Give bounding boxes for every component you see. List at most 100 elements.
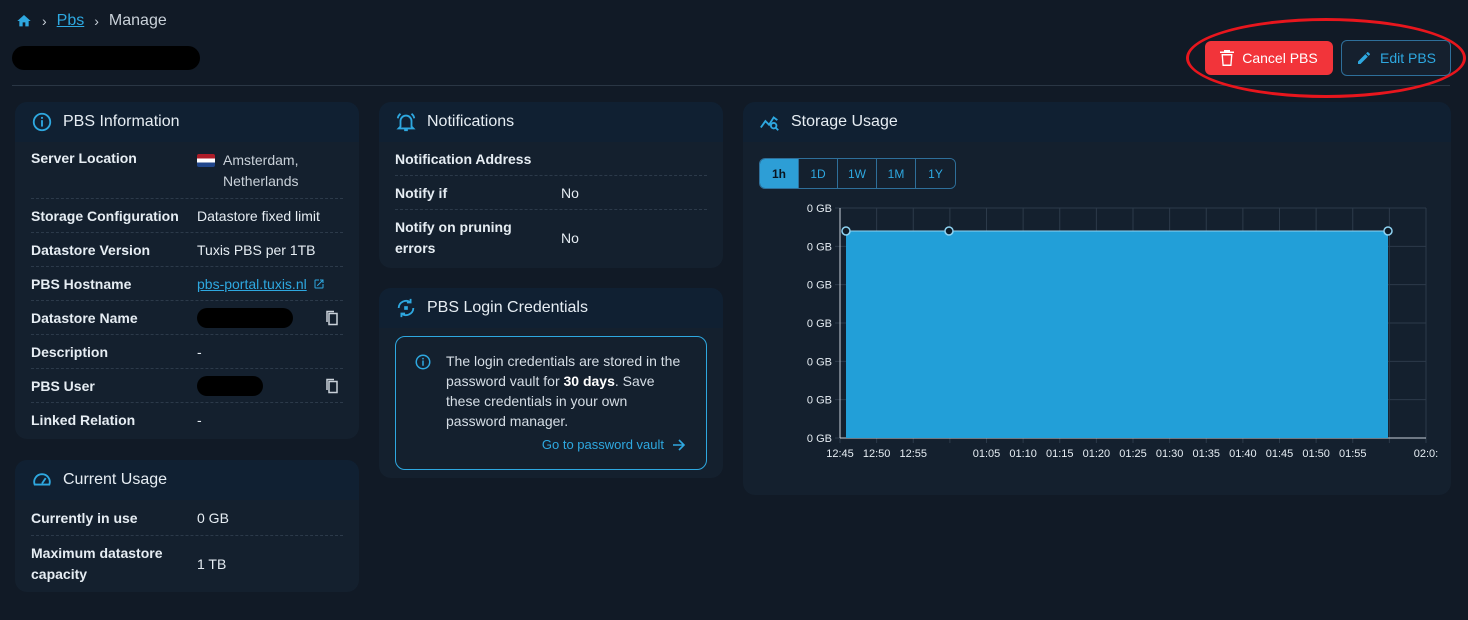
copy-icon[interactable]: [325, 310, 339, 326]
speedometer-icon: [33, 473, 51, 486]
data-point: [1383, 226, 1393, 236]
row-label: PBS Hostname: [31, 276, 132, 292]
row-value: Amsterdam, Netherlands: [223, 152, 299, 189]
credentials-info-box: The login credentials are stored in the …: [395, 336, 707, 470]
row-value: -: [197, 344, 202, 360]
pbs-information-card: PBS Information Server Location Amsterda…: [15, 102, 359, 439]
row-value: 1 TB: [197, 555, 227, 572]
row-label: Description: [31, 344, 109, 360]
y-tick-label: 0 GB: [807, 433, 832, 445]
card-title: Notifications: [427, 113, 515, 130]
info-row-datastore-version: Datastore Version Tuxis PBS per 1TB: [15, 233, 359, 267]
x-tick-label: 01:10: [1009, 448, 1037, 460]
external-link-icon[interactable]: [313, 278, 325, 290]
y-tick-label: 0 GB: [807, 280, 832, 292]
chevron-right-icon: ›: [94, 13, 99, 29]
row-label: Notify on pruning errors: [395, 218, 512, 256]
notification-row-notify-if: Notify if No: [379, 176, 723, 210]
row-label: Server Location: [31, 150, 137, 166]
card-title: PBS Information: [63, 113, 180, 130]
row-label: Datastore Name: [31, 310, 138, 326]
x-tick-label: 01:45: [1266, 448, 1294, 460]
row-value: No: [561, 229, 579, 246]
y-tick-label: 0 GB: [807, 356, 832, 368]
redacted-page-title: [12, 46, 200, 70]
card-header: PBS Login Credentials: [379, 288, 723, 328]
netherlands-flag-icon: [197, 154, 215, 167]
info-row-linked-relation: Linked Relation -: [15, 403, 359, 437]
arrow-right-icon: [673, 439, 686, 451]
notifications-card: Notifications Notification Address Notif…: [379, 102, 723, 268]
storage-area: [846, 231, 1388, 438]
breadcrumb: › Pbs › Manage: [16, 10, 167, 32]
bell-ringing-icon: [396, 113, 416, 132]
card-title: Storage Usage: [791, 113, 898, 130]
x-tick-label: 01:40: [1229, 448, 1257, 460]
copy-icon[interactable]: [325, 378, 339, 394]
redacted-value: [197, 376, 263, 396]
row-label: Currently in use: [31, 510, 138, 526]
usage-row-maximum-capacity: Maximum datastore capacity 1 TB: [15, 536, 359, 591]
period-selector: 1h 1D 1W 1M 1Y: [759, 158, 956, 189]
credentials-message: The login credentials are stored in the …: [446, 353, 681, 429]
y-tick-label: 0 GB: [807, 241, 832, 253]
row-label: Datastore Version: [31, 242, 151, 258]
info-row-pbs-user: PBS User: [15, 369, 359, 403]
cancel-pbs-label: Cancel PBS: [1242, 50, 1318, 66]
x-tick-label: 12:45: [826, 448, 854, 460]
notification-row-pruning-errors: Notify on pruning errors No: [379, 210, 723, 265]
card-title: Current Usage: [63, 471, 168, 488]
x-tick-label: 12:55: [899, 448, 927, 460]
hostname-link[interactable]: pbs-portal.tuxis.nl: [197, 276, 307, 292]
edit-pbs-label: Edit PBS: [1379, 50, 1437, 66]
period-button-1w[interactable]: 1W: [838, 159, 877, 188]
home-icon[interactable]: [16, 13, 32, 29]
info-icon: [32, 112, 52, 132]
card-title: PBS Login Credentials: [427, 299, 588, 316]
x-tick-label: 01:05: [973, 448, 1001, 460]
period-button-1d[interactable]: 1D: [799, 159, 838, 188]
row-value: No: [561, 185, 579, 201]
notification-row-address: Notification Address: [379, 142, 723, 176]
x-tick-label: 01:55: [1339, 448, 1367, 460]
x-tick-label: 01:20: [1083, 448, 1111, 460]
usage-row-currently-in-use: Currently in use 0 GB: [15, 500, 359, 536]
trash-icon: [1220, 50, 1235, 66]
breadcrumb-link-pbs[interactable]: Pbs: [57, 12, 85, 30]
y-tick-label: 0 GB: [807, 318, 832, 330]
card-header: PBS Information: [15, 102, 359, 142]
period-button-1y[interactable]: 1Y: [916, 159, 955, 188]
x-tick-label: 01:30: [1156, 448, 1184, 460]
login-credentials-card: PBS Login Credentials The login credenti…: [379, 288, 723, 478]
row-value: 0 GB: [197, 510, 229, 526]
x-tick-label: 01:50: [1302, 448, 1330, 460]
x-tick-label: 01:25: [1119, 448, 1147, 460]
period-button-1m[interactable]: 1M: [877, 159, 916, 188]
row-value: -: [197, 412, 202, 428]
row-label: Notification Address: [395, 151, 532, 167]
x-tick-label: 02:0:: [1414, 448, 1438, 460]
data-point: [841, 226, 851, 236]
row-value: Tuxis PBS per 1TB: [197, 242, 316, 258]
pencil-icon: [1357, 51, 1370, 64]
go-to-password-vault-link[interactable]: Go to password vault: [542, 435, 686, 455]
x-tick-label: 12:50: [863, 448, 891, 460]
info-row-server-location: Server Location Amsterdam, Netherlands: [15, 142, 359, 199]
chart-search-icon: [760, 116, 779, 131]
storage-usage-chart: 0 GB 0 GB 0 GB 0 GB 0 GB 0 GB 0 GB 12:45 12:50 12…: [807, 203, 1438, 460]
data-point: [944, 226, 954, 236]
edit-pbs-button[interactable]: Edit PBS: [1341, 40, 1451, 76]
y-tick-label: 0 GB: [807, 203, 832, 215]
info-row-datastore-name: Datastore Name: [15, 301, 359, 335]
current-usage-card: Current Usage Currently in use 0 GB Maxi…: [15, 460, 359, 592]
row-value: Datastore fixed limit: [197, 208, 320, 224]
period-button-1h[interactable]: 1h: [760, 159, 799, 188]
info-row-storage-configuration: Storage Configuration Datastore fixed li…: [15, 199, 359, 233]
cancel-pbs-button[interactable]: Cancel PBS: [1205, 41, 1333, 75]
breadcrumb-current: Manage: [108, 12, 167, 29]
header-divider: [12, 85, 1450, 86]
info-icon: [415, 354, 431, 370]
vault-link-label: Go to password vault: [541, 437, 664, 452]
row-label: PBS User: [31, 378, 95, 394]
card-header: Current Usage: [15, 460, 359, 500]
